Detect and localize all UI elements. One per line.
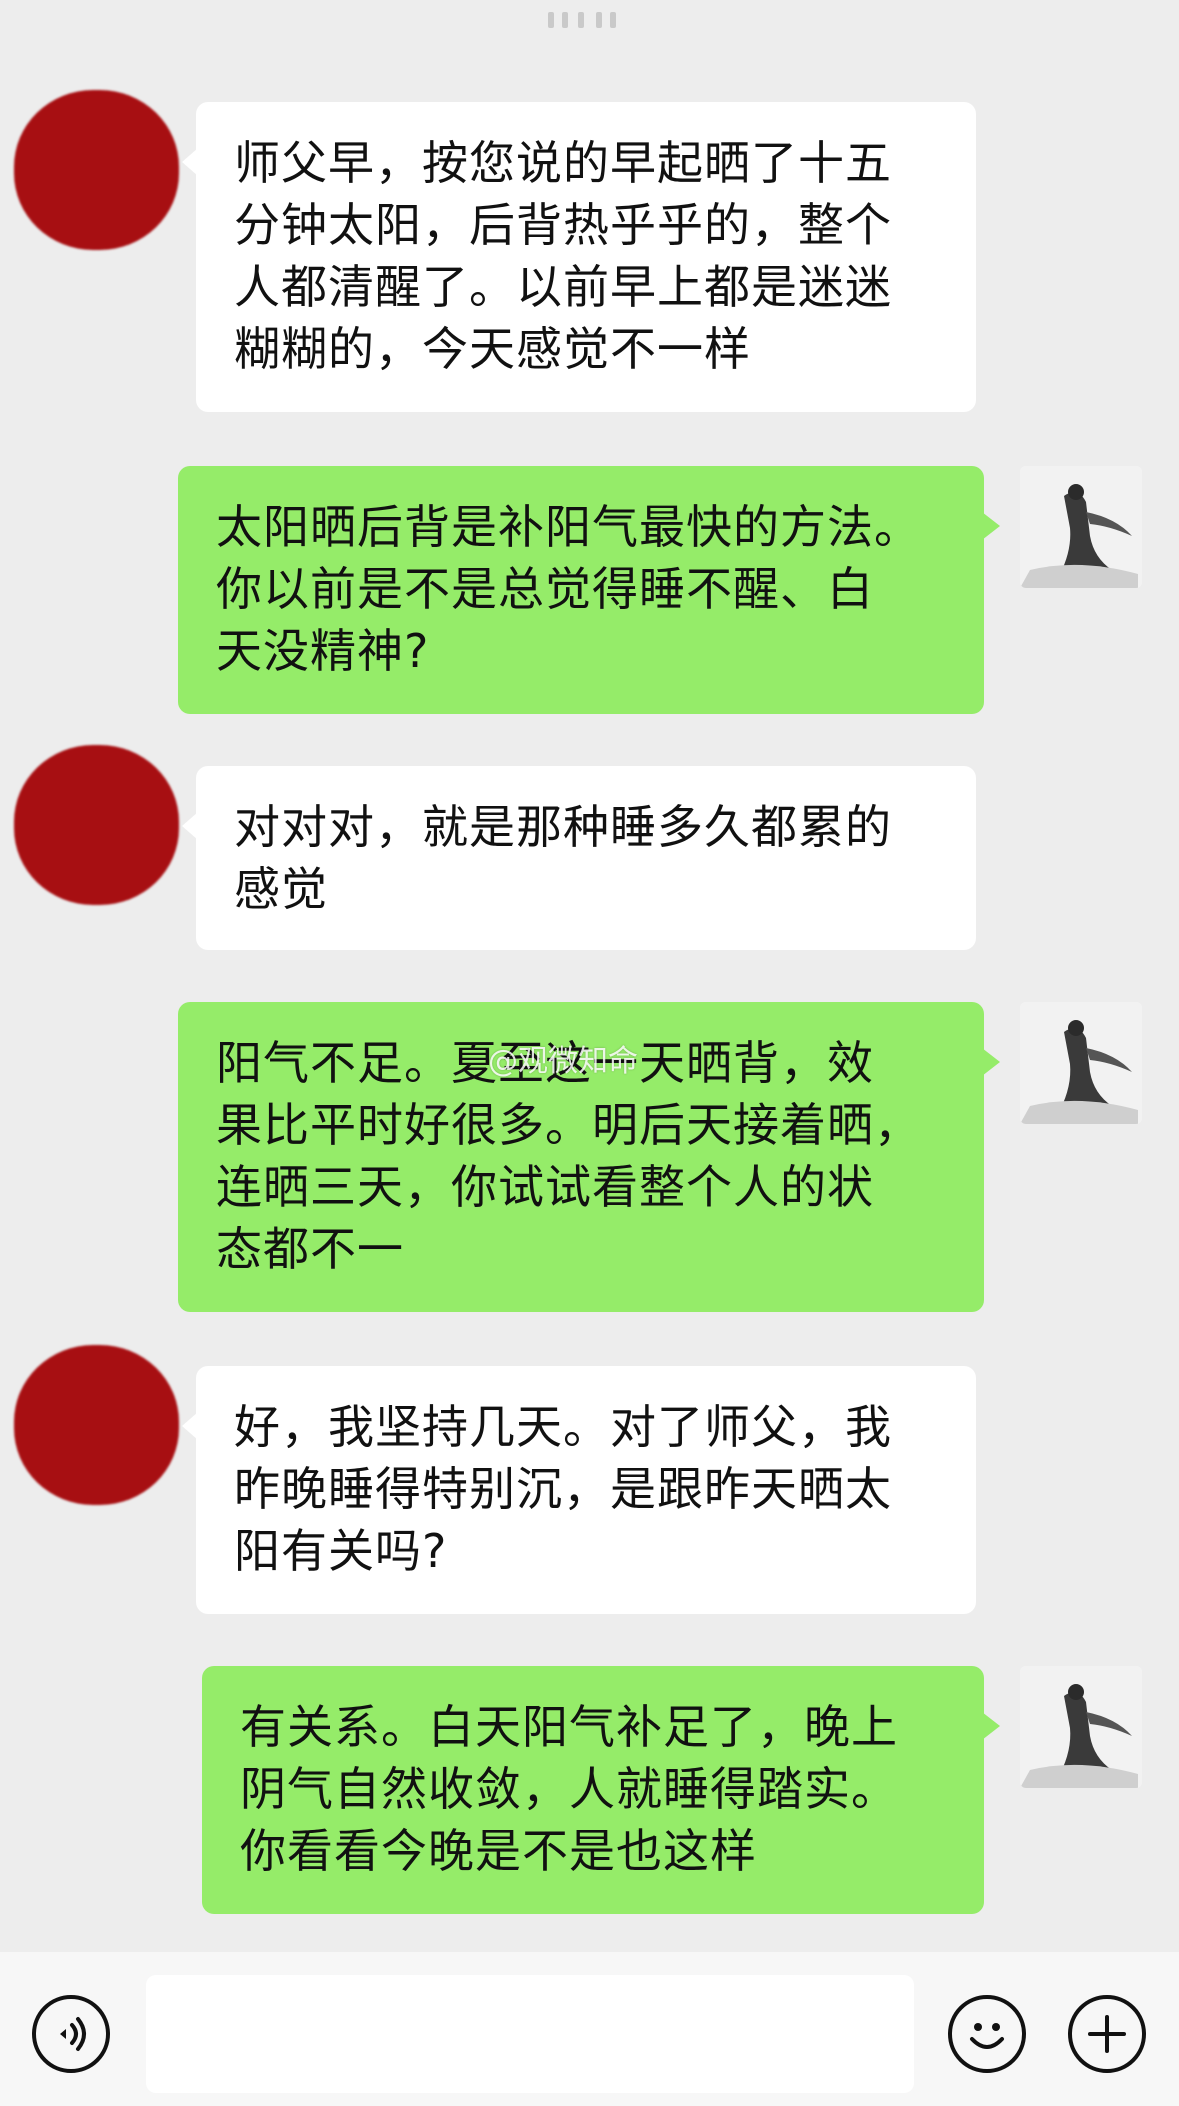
master-avatar[interactable] <box>1020 1002 1142 1124</box>
emoji-button[interactable] <box>948 1995 1026 2073</box>
message-bubble-incoming[interactable]: 对对对，就是那种睡多久都累的 感觉 <box>182 766 976 950</box>
watermark: @观微知命 <box>488 1044 638 1079</box>
message-bubble-outgoing[interactable]: 太阳晒后背是补阳气最快的方法。 你以前是不是总觉得睡不醒、白 天没精神? <box>178 466 1000 714</box>
master-avatar[interactable] <box>1020 466 1142 588</box>
plus-icon <box>1088 2015 1126 2053</box>
redacted-avatar[interactable] <box>14 90 179 250</box>
top-indicator <box>548 8 638 30</box>
ink-painting-icon <box>1020 1002 1142 1124</box>
redacted-avatar[interactable] <box>14 1345 179 1505</box>
message-text: 师父早，按您说的早起晒了十五 分钟太阳，后背热乎乎的，整个 人都清醒了。以前早上… <box>234 136 892 376</box>
redacted-avatar[interactable] <box>14 745 179 905</box>
message-bubble-incoming[interactable]: 师父早，按您说的早起晒了十五 分钟太阳，后背热乎乎的，整个 人都清醒了。以前早上… <box>182 102 976 412</box>
voice-button[interactable] <box>32 1995 110 2073</box>
message-text: 有关系。白天阳气补足了，晚上 阴气自然收敛，人就睡得踏实。 你看看今晚是不是也这… <box>240 1700 898 1878</box>
emoji-icon <box>970 2023 1004 2049</box>
message-bubble-outgoing[interactable]: 有关系。白天阳气补足了，晚上 阴气自然收敛，人就睡得踏实。 你看看今晚是不是也这… <box>202 1666 1000 1914</box>
ink-painting-icon <box>1020 1666 1142 1788</box>
voice-icon <box>60 2017 86 2051</box>
plus-button[interactable] <box>1068 1995 1146 2073</box>
message-text: 太阳晒后背是补阳气最快的方法。 你以前是不是总觉得睡不醒、白 天没精神? <box>216 500 921 678</box>
message-input[interactable] <box>146 1975 914 2093</box>
message-text: 对对对，就是那种睡多久都累的 感觉 <box>234 800 892 916</box>
ink-painting-icon <box>1020 466 1142 588</box>
message-bubble-incoming[interactable]: 好，我坚持几天。对了师父，我 昨晚睡得特别沉，是跟昨天晒太 阳有关吗? <box>182 1366 976 1614</box>
message-text: 好，我坚持几天。对了师父，我 昨晚睡得特别沉，是跟昨天晒太 阳有关吗? <box>234 1400 892 1578</box>
master-avatar[interactable] <box>1020 1666 1142 1788</box>
